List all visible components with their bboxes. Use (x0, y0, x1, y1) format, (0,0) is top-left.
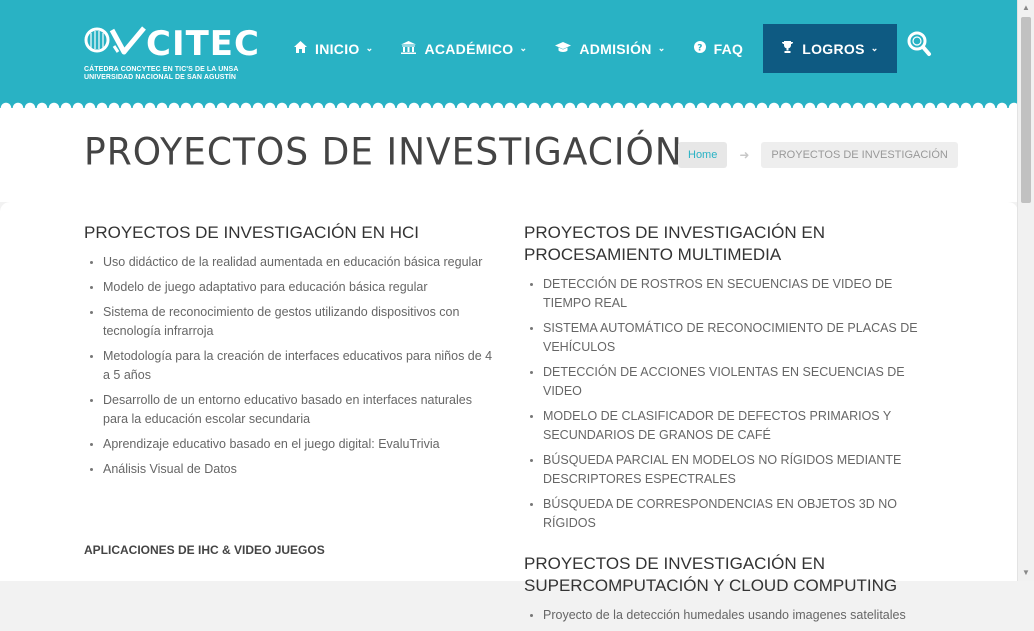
question-circle-icon: ? (693, 41, 706, 56)
arrow-right-icon: ➜ (739, 148, 750, 162)
nav-label-academico: ACADÉMICO (424, 40, 514, 57)
list-item: Desarrollo de un entorno educativo basad… (84, 391, 494, 429)
logo-subtitle-2: UNIVERSIDAD NACIONAL DE SAN AGUSTÍN (84, 74, 237, 81)
header-wave-divider (0, 96, 1018, 108)
search-icon (907, 31, 931, 56)
scroll-down-arrow-icon[interactable]: ▼ (1018, 565, 1034, 581)
main-content: PROYECTOS DE INVESTIGACIÓN EN HCI Uso di… (0, 202, 1018, 622)
logo-name: CITEC (146, 24, 260, 64)
list-item: BÚSQUEDA DE CORRESPONDENCIAS EN OBJETOS … (524, 495, 934, 533)
page-title: PROYECTOS DE INVESTIGACIÓN (84, 130, 683, 175)
nav-item-academico[interactable]: ACADÉMICO ⌄ (387, 24, 541, 73)
subheading-ihc-games: APLICACIONES DE IHC & VIDEO JUEGOS (84, 543, 325, 557)
nav-item-faq[interactable]: ? FAQ (680, 24, 758, 73)
section-title-hci: PROYECTOS DE INVESTIGACIÓN EN HCI (84, 223, 420, 242)
graduation-cap-icon (555, 41, 572, 56)
section-title-supercomputing: PROYECTOS DE INVESTIGACIÓN EN SUPERCOMPU… (524, 554, 898, 595)
home-icon (294, 41, 307, 56)
list-item: Metodología para la creación de interfac… (84, 347, 494, 385)
nav-label-admision: ADMISIÓN (579, 40, 652, 57)
search-button[interactable] (906, 30, 932, 58)
chevron-down-icon: ⌄ (657, 43, 666, 53)
chevron-down-icon: ⌄ (870, 43, 879, 53)
list-item: Sistema de reconocimiento de gestos util… (84, 303, 494, 341)
list-item: DETECCIÓN DE ACCIONES VIOLENTAS EN SECUE… (524, 363, 934, 401)
list-item: Proyecto de la detección humedales usand… (524, 606, 934, 625)
list-item: MODELO DE CLASIFICADOR DE DEFECTOS PRIMA… (524, 407, 934, 445)
supercomputing-projects-list: Proyecto de la detección humedales usand… (524, 606, 934, 625)
site-header: CITEC CÁTEDRA CONCYTEC EN TIC'S DE LA UN… (0, 0, 1018, 108)
section-title-multimedia: PROYECTOS DE INVESTIGACIÓN EN PROCESAMIE… (524, 223, 826, 264)
chevron-down-icon: ⌄ (365, 43, 374, 53)
multimedia-projects-list: DETECCIÓN DE ROSTROS EN SECUENCIAS DE VI… (524, 275, 934, 533)
bank-icon (401, 40, 417, 57)
nav-item-inicio[interactable]: INICIO ⌄ (280, 24, 387, 73)
right-column: PROYECTOS DE INVESTIGACIÓN EN PROCESAMIE… (524, 222, 934, 631)
site-logo[interactable]: CITEC CÁTEDRA CONCYTEC EN TIC'S DE LA UN… (84, 22, 259, 82)
page-title-band: PROYECTOS DE INVESTIGACIÓN Home ➜ PROYEC… (0, 108, 1018, 202)
breadcrumb-current: PROYECTOS DE INVESTIGACIÓN (761, 142, 958, 168)
list-item: DETECCIÓN DE ROSTROS EN SECUENCIAS DE VI… (524, 275, 934, 313)
nav-label-faq: FAQ (713, 40, 744, 57)
breadcrumb: Home ➜ PROYECTOS DE INVESTIGACIÓN (678, 142, 958, 168)
list-item: Uso didáctico de la realidad aumentada e… (84, 253, 494, 272)
left-column: PROYECTOS DE INVESTIGACIÓN EN HCI Uso di… (84, 222, 494, 557)
logo-mark-icon (84, 26, 146, 55)
list-item: Aprendizaje educativo basado en el juego… (84, 435, 494, 454)
chevron-down-icon: ⌄ (519, 43, 528, 53)
nav-item-admision[interactable]: ADMISIÓN ⌄ (541, 24, 679, 73)
trophy-icon (781, 41, 794, 56)
list-item: Modelo de juego adaptativo para educació… (84, 278, 494, 297)
scrollbar-thumb[interactable] (1021, 17, 1031, 203)
page-scrollbar[interactable]: ▲ ▼ (1017, 0, 1034, 581)
list-item: Análisis Visual de Datos (84, 460, 494, 479)
svg-text:?: ? (697, 44, 703, 54)
hci-projects-list: Uso didáctico de la realidad aumentada e… (84, 253, 494, 479)
list-item: SISTEMA AUTOMÁTICO DE RECONOCIMIENTO DE … (524, 319, 934, 357)
logo-subtitle-1: CÁTEDRA CONCYTEC EN TIC'S DE LA UNSA (84, 66, 239, 73)
main-nav: INICIO ⌄ ACADÉMICO ⌄ ADMISIÓN ⌄ ? FAQ LO… (280, 24, 897, 73)
breadcrumb-home-link[interactable]: Home (678, 142, 728, 168)
scroll-up-arrow-icon[interactable]: ▲ (1018, 0, 1034, 16)
nav-label-logros: LOGROS (802, 40, 865, 57)
nav-item-logros[interactable]: LOGROS ⌄ (763, 24, 897, 73)
list-item: BÚSQUEDA PARCIAL EN MODELOS NO RÍGIDOS M… (524, 451, 934, 489)
nav-label-inicio: INICIO (315, 40, 360, 57)
